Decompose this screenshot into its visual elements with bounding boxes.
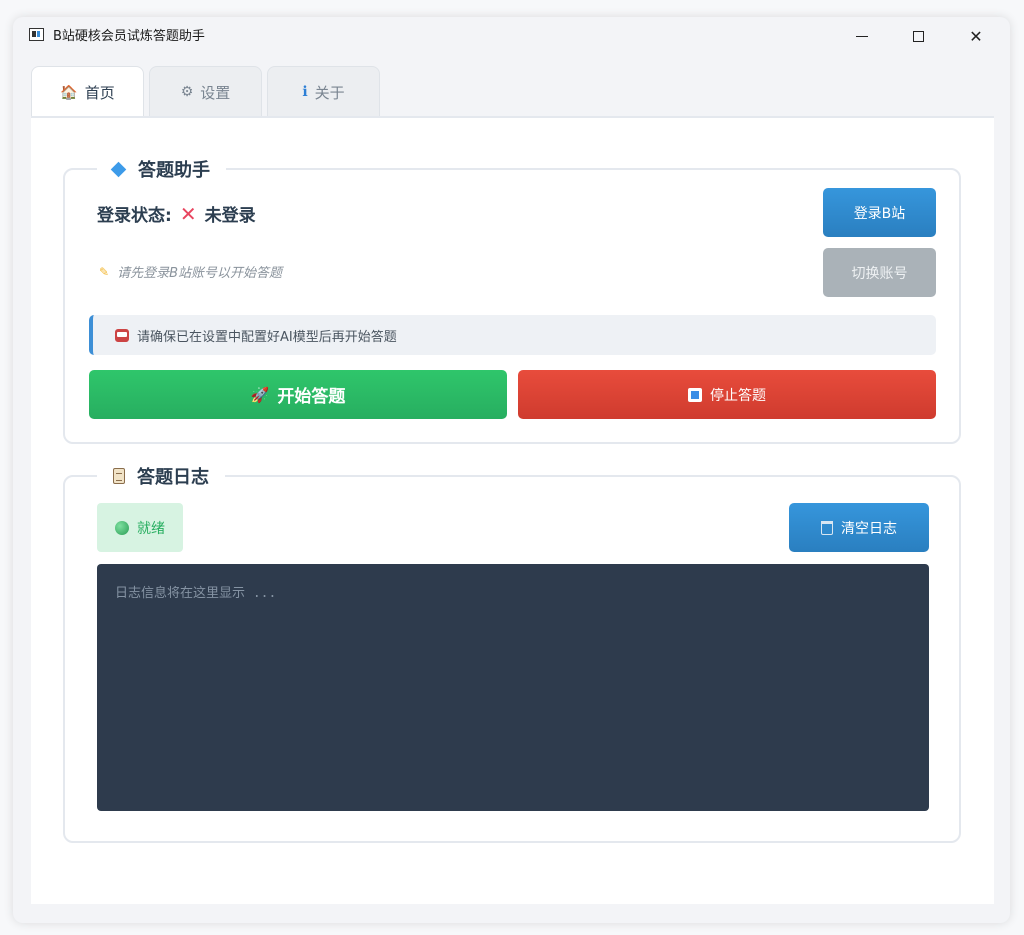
log-group-title: 答题日志: [97, 463, 225, 489]
status-dot-icon: [115, 520, 129, 535]
log-placeholder: 日志信息将在这里显示 ...: [115, 586, 277, 601]
tab-home[interactable]: 🏠 首页: [31, 66, 144, 118]
stop-icon: [688, 387, 702, 402]
notice-text: 请确保已在设置中配置好AI模型后再开始答题: [137, 329, 397, 345]
login-status: 登录状态: ✕ 未登录: [97, 201, 256, 227]
assistant-title: 答题助手: [138, 160, 210, 181]
login-status-label: 登录状态:: [97, 206, 172, 226]
gear-icon: ⚙: [180, 84, 194, 100]
assistant-group: 答题助手 登录状态: ✕ 未登录 ✎ 请先登录B站账号以开始答题 登录B站 切换…: [63, 156, 961, 444]
tab-label: 设置: [200, 83, 231, 102]
info-icon: ℹ: [302, 84, 308, 100]
login-hint: ✎ 请先登录B站账号以开始答题: [99, 262, 282, 282]
status-text: 就绪: [137, 520, 165, 537]
close-button[interactable]: ✕: [947, 17, 1005, 55]
app-icon: [29, 28, 44, 41]
log-output[interactable]: 日志信息将在这里显示 ...: [97, 564, 929, 811]
window-title: B站硬核会员试炼答题助手: [53, 29, 205, 44]
log-group: 答题日志 就绪 清空日志 日志信息将在这里显示 ...: [63, 463, 961, 843]
switch-account-button[interactable]: 切换账号: [823, 248, 936, 297]
login-button-label: 登录B站: [853, 205, 906, 222]
tab-label: 关于: [314, 83, 345, 102]
home-icon: 🏠: [60, 84, 78, 101]
assistant-group-title: 答题助手: [97, 156, 226, 182]
stop-answering-button[interactable]: 停止答题: [518, 370, 936, 419]
start-answering-label: 开始答题: [277, 387, 346, 407]
clear-log-button[interactable]: 清空日志: [789, 503, 929, 552]
login-status-value: 未登录: [204, 206, 256, 226]
switch-account-label: 切换账号: [851, 265, 908, 282]
diamond-icon: [110, 161, 127, 177]
tab-settings[interactable]: ⚙ 设置: [149, 66, 262, 117]
title-bar: B站硬核会员试炼答题助手 ✕: [13, 17, 1010, 55]
maximize-icon: [912, 30, 924, 42]
maximize-button[interactable]: [889, 17, 947, 55]
tab-label: 首页: [84, 84, 115, 102]
trash-icon: [821, 520, 833, 535]
tab-bar: 🏠 首页 ⚙ 设置 ℹ 关于: [31, 66, 380, 118]
start-answering-button[interactable]: 🚀 开始答题: [89, 370, 507, 419]
app-window: B站硬核会员试炼答题助手 ✕ 🏠 首页 ⚙ 设置 ℹ 关于 答题助手 登录状态:…: [13, 17, 1010, 923]
home-page: 答题助手 登录状态: ✕ 未登录 ✎ 请先登录B站账号以开始答题 登录B站 切换…: [31, 116, 994, 904]
robot-icon: [115, 328, 129, 342]
clear-log-label: 清空日志: [841, 520, 897, 537]
status-badge: 就绪: [97, 503, 183, 552]
minimize-button[interactable]: [833, 17, 891, 55]
tab-about[interactable]: ℹ 关于: [267, 66, 380, 117]
clipboard-icon: [113, 468, 125, 484]
close-icon: ✕: [969, 26, 983, 46]
login-button[interactable]: 登录B站: [823, 188, 936, 237]
lightbulb-icon: ✎: [99, 264, 110, 279]
stop-answering-label: 停止答题: [710, 387, 766, 404]
rocket-icon: 🚀: [250, 385, 270, 404]
cross-icon: ✕: [179, 201, 197, 226]
log-title: 答题日志: [137, 467, 209, 488]
ai-config-notice: 请确保已在设置中配置好AI模型后再开始答题: [89, 315, 936, 355]
login-hint-text: 请先登录B站账号以开始答题: [117, 266, 282, 281]
minimize-icon: [856, 35, 868, 37]
